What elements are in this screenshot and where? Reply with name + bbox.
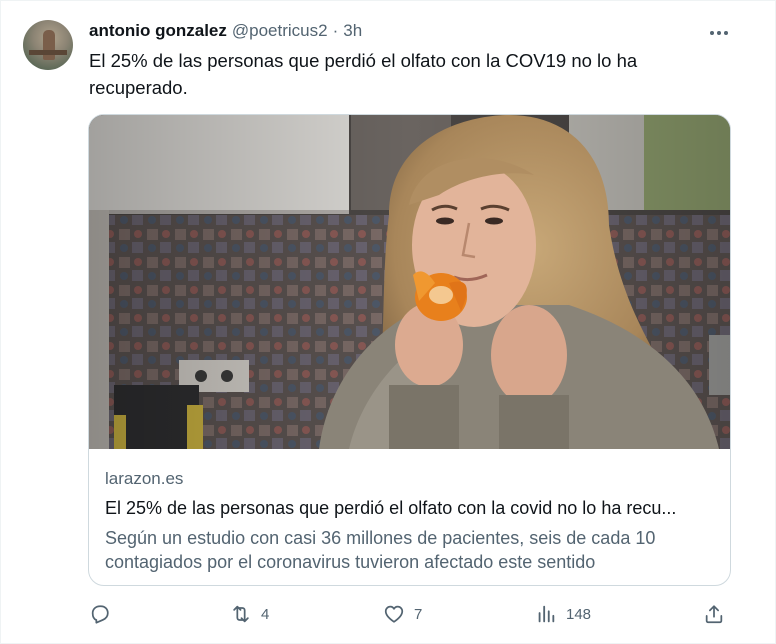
card-photo bbox=[89, 115, 730, 449]
like-button[interactable]: 7 bbox=[383, 601, 422, 627]
retweet-count: 4 bbox=[261, 605, 270, 623]
analytics-icon bbox=[538, 605, 555, 623]
share-button[interactable] bbox=[703, 601, 725, 627]
avatar[interactable] bbox=[23, 20, 73, 70]
views-button[interactable]: 148 bbox=[535, 601, 591, 627]
reply-button[interactable] bbox=[89, 601, 120, 627]
card-domain: larazon.es bbox=[105, 469, 184, 488]
timestamp[interactable]: 3h bbox=[343, 21, 362, 41]
card-description: Según un estudio con casi 36 millones de… bbox=[105, 528, 656, 572]
action-bar: 4 7 148 bbox=[89, 601, 729, 629]
author-handle[interactable]: @poetricus2 bbox=[232, 21, 328, 41]
reply-icon bbox=[91, 605, 109, 624]
retweet-icon bbox=[233, 605, 249, 623]
like-count: 7 bbox=[414, 605, 423, 623]
tweet-container: antonio gonzalez @poetricus2 · 3h El 25%… bbox=[0, 0, 776, 644]
card-meta: larazon.es El 25% de las personas que pe… bbox=[105, 469, 715, 574]
avatar-bench bbox=[29, 50, 67, 55]
more-options-icon[interactable] bbox=[707, 23, 731, 43]
tweet-text: El 25% de las personas que perdió el olf… bbox=[89, 50, 638, 98]
card-image[interactable] bbox=[89, 115, 730, 449]
heart-icon bbox=[384, 605, 404, 623]
views-count: 148 bbox=[566, 605, 592, 623]
separator-dot: · bbox=[332, 21, 339, 40]
tweet-header: antonio gonzalez @poetricus2 · 3h bbox=[89, 21, 362, 41]
card-title[interactable]: El 25% de las personas que perdió el olf… bbox=[105, 497, 715, 520]
share-icon bbox=[705, 605, 723, 624]
avatar-figure bbox=[43, 30, 55, 60]
author-name[interactable]: antonio gonzalez bbox=[89, 21, 227, 41]
retweet-button[interactable]: 4 bbox=[230, 601, 269, 627]
link-card[interactable]: larazon.es El 25% de las personas que pe… bbox=[88, 114, 731, 586]
